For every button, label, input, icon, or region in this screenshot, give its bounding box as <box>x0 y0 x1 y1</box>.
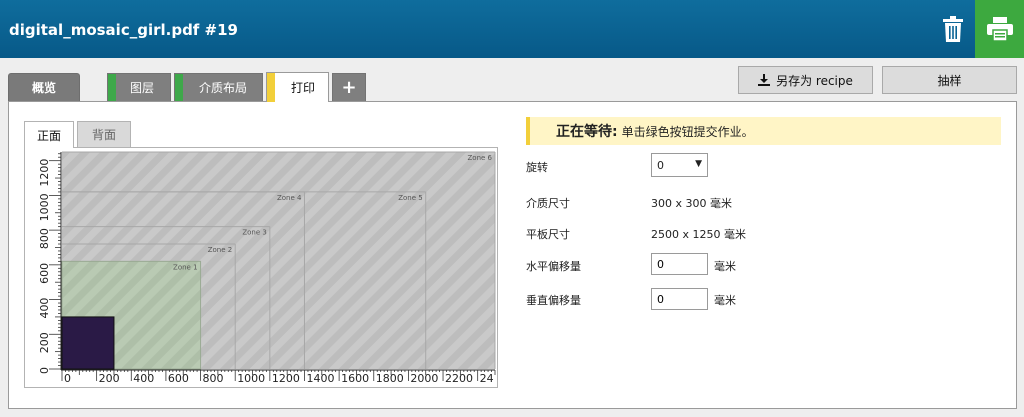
table-size-value: 2500 x 1250 毫米 <box>651 228 746 241</box>
x-tick-label: 400 <box>133 372 154 385</box>
zone-label: Zone 6 <box>468 154 493 162</box>
x-tick-label: 600 <box>168 372 189 385</box>
tab-layers-label: 图层 <box>130 81 155 95</box>
media-size-label: 介质尺寸 <box>526 197 570 210</box>
x-tick-label: 2000 <box>410 372 438 385</box>
x-tick-label: 24 <box>480 372 494 385</box>
zone-label: Zone 5 <box>398 194 423 202</box>
add-tab-button[interactable]: + <box>332 73 366 101</box>
y-tick-label: 400 <box>38 298 51 319</box>
status-banner: 正在等待: 单击绿色按钮提交作业。 <box>526 117 1001 145</box>
v-offset-label: 垂直偏移量 <box>526 294 581 307</box>
tab-print-label: 打印 <box>291 81 316 95</box>
x-tick-label: 1000 <box>237 372 265 385</box>
download-icon <box>758 74 771 86</box>
x-tick-label: 1200 <box>272 372 300 385</box>
y-tick-label: 1200 <box>38 159 51 187</box>
v-offset-unit: 毫米 <box>714 294 736 307</box>
y-tick-label: 800 <box>38 228 51 249</box>
tab-layers[interactable]: 图层 <box>107 73 171 101</box>
h-offset-input[interactable] <box>651 253 708 275</box>
y-tick-label: 600 <box>38 263 51 284</box>
header-bar: digital_mosaic_girl.pdf #19 <box>0 0 1024 58</box>
tab-overview[interactable]: 概览 <box>8 73 80 101</box>
trash-icon <box>943 16 963 42</box>
tab-back-side[interactable]: 背面 <box>77 121 131 147</box>
h-offset-label: 水平偏移量 <box>526 260 581 273</box>
save-as-recipe-label: 另存为 recipe <box>776 73 853 88</box>
status-label: 正在等待: <box>556 124 618 140</box>
status-message: 单击绿色按钮提交作业。 <box>621 124 754 139</box>
tab-front-side[interactable]: 正面 <box>24 121 74 148</box>
y-tick-label: 200 <box>38 332 51 353</box>
print-submit-button[interactable] <box>975 0 1024 58</box>
media-preview-image <box>61 316 115 370</box>
save-as-recipe-button[interactable]: 另存为 recipe <box>738 66 873 94</box>
x-tick-label: 1800 <box>376 372 404 385</box>
x-tick-label: 200 <box>99 372 120 385</box>
x-tick-label: 800 <box>203 372 224 385</box>
tab-media-layout-label: 介质布局 <box>199 81 248 95</box>
x-tick-label: 2200 <box>445 372 473 385</box>
y-tick-label: 1000 <box>38 193 51 221</box>
printer-icon <box>986 17 1013 41</box>
rotation-label: 旋转 <box>526 161 548 174</box>
table-size-label: 平板尺寸 <box>526 228 570 241</box>
tab-status-bar <box>108 74 116 101</box>
media-size-value: 300 x 300 毫米 <box>651 197 732 210</box>
delete-button[interactable] <box>933 0 973 58</box>
v-offset-input[interactable] <box>651 288 708 310</box>
tab-media-layout[interactable]: 介质布局 <box>174 73 263 101</box>
rotation-value: 0 <box>657 158 664 172</box>
zone-label: Zone 1 <box>173 263 198 271</box>
tab-print[interactable]: 打印 <box>266 72 329 102</box>
tab-status-bar <box>267 73 275 102</box>
h-offset-unit: 毫米 <box>714 260 736 273</box>
page-title: digital_mosaic_girl.pdf #19 <box>9 21 238 39</box>
plus-icon: + <box>341 77 357 98</box>
zone-label: Zone 4 <box>277 194 302 202</box>
zone-label: Zone 3 <box>242 229 267 237</box>
tab-status-bar <box>175 74 183 101</box>
zone-label: Zone 2 <box>208 246 233 254</box>
x-tick-label: 1600 <box>341 372 369 385</box>
caret-down-icon: ▼ <box>695 159 702 169</box>
x-tick-label: 1400 <box>306 372 334 385</box>
table-layout-preview[interactable]: Zone 1 Zone 2 Zone 3 Zone 4 Zone 5 Zone 6 0 200… <box>24 147 498 388</box>
y-tick-label: 0 <box>38 367 51 374</box>
layout-chart[interactable]: Zone 1 Zone 2 Zone 3 Zone 4 Zone 5 Zone 6 0 200… <box>25 148 498 388</box>
rotation-select[interactable]: 0 ▼ <box>651 153 708 177</box>
x-tick-label: 0 <box>64 372 71 385</box>
sample-button[interactable]: 抽样 <box>882 66 1017 94</box>
